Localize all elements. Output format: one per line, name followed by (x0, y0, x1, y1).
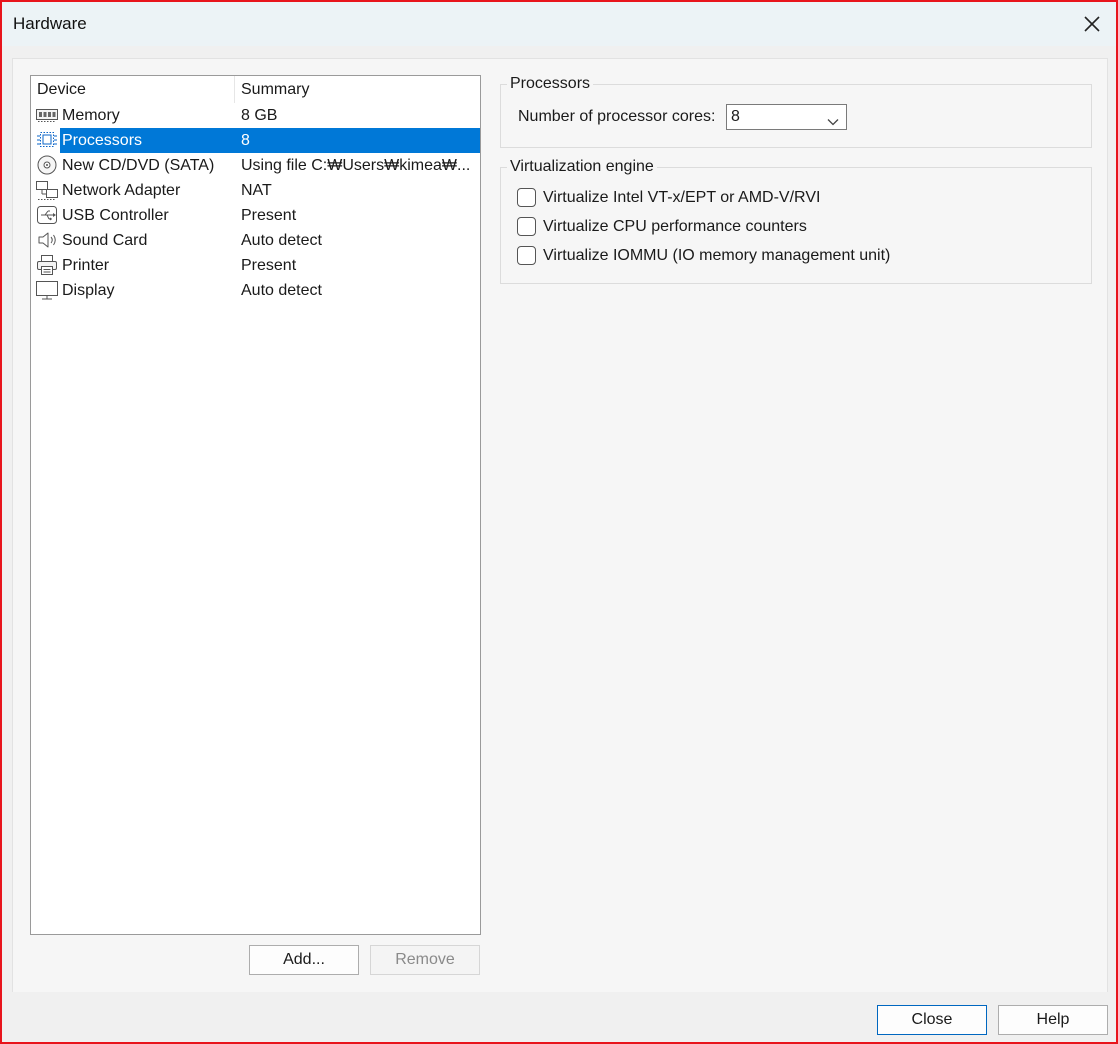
processor-cores-value: 8 (731, 108, 740, 125)
network-icon (35, 179, 59, 201)
cd-dvd-icon (35, 154, 59, 176)
device-summary: 8 GB (241, 107, 278, 124)
device-name: New CD/DVD (SATA) (62, 157, 215, 174)
device-summary: Auto detect (241, 282, 322, 299)
title-bar: Hardware (2, 2, 1116, 46)
printer-icon (35, 254, 59, 276)
column-header-summary[interactable]: Summary (235, 76, 480, 103)
device-name: Network Adapter (62, 182, 181, 199)
virtualize-cpu-counters-label: Virtualize CPU performance counters (543, 218, 807, 235)
virtualize-cpu-counters-checkbox[interactable] (517, 217, 536, 236)
close-window-icon[interactable] (1078, 10, 1106, 38)
list-item-memory[interactable]: Memory 8 GB (31, 103, 480, 128)
memory-icon (35, 104, 59, 126)
device-name: Printer (62, 257, 110, 274)
processor-cores-dropdown[interactable]: 8 (726, 104, 847, 130)
device-summary: Auto detect (241, 232, 322, 249)
list-item-display[interactable]: Display Auto detect (31, 278, 480, 303)
virtualize-vtx-checkbox[interactable] (517, 188, 536, 207)
remove-device-button[interactable]: Remove (370, 945, 480, 975)
device-summary: Using file C:₩Users₩kimea₩... (241, 157, 471, 174)
virtualize-vtx-label: Virtualize Intel VT-x/EPT or AMD-V/RVI (543, 189, 821, 206)
list-item-network-adapter[interactable]: Network Adapter NAT (31, 178, 480, 203)
column-header-device[interactable]: Device (31, 76, 235, 103)
list-item-processors[interactable]: Processors 8 (31, 128, 480, 153)
list-item-printer[interactable]: Printer Present (31, 253, 480, 278)
virtualization-group-title: Virtualization engine (507, 158, 657, 176)
sound-icon (35, 229, 59, 251)
processor-cores-label: Number of processor cores: (518, 108, 716, 125)
virtualization-engine-group: Virtualization engine Virtualize Intel V… (500, 158, 1092, 284)
processors-group: Processors Number of processor cores: 8 (500, 75, 1092, 148)
list-item-sound-card[interactable]: Sound Card Auto detect (31, 228, 480, 253)
device-name: Processors (60, 128, 236, 153)
hardware-dialog: Hardware Device Summary Memory 8 GB Proc… (0, 0, 1118, 1044)
device-summary: Present (241, 207, 297, 224)
chevron-down-icon (827, 113, 839, 131)
list-item-usb-controller[interactable]: USB Controller Present (31, 203, 480, 228)
device-name: Sound Card (62, 232, 148, 249)
display-icon (35, 279, 59, 301)
device-summary: NAT (241, 182, 272, 199)
help-button[interactable]: Help (998, 1005, 1108, 1035)
window-title: Hardware (13, 14, 87, 33)
processor-icon (35, 129, 59, 151)
device-summary: Present (241, 257, 297, 274)
device-summary: 8 (236, 128, 480, 153)
device-name: Display (62, 282, 115, 299)
device-name: Memory (62, 107, 120, 124)
add-device-button[interactable]: Add... (249, 945, 359, 975)
virtualize-iommu-label: Virtualize IOMMU (IO memory management u… (543, 247, 891, 264)
device-list[interactable]: Device Summary Memory 8 GB Processors 8 … (30, 75, 481, 935)
processors-group-title: Processors (507, 75, 594, 93)
close-button[interactable]: Close (877, 1005, 987, 1035)
device-name: USB Controller (62, 207, 169, 224)
usb-icon (35, 204, 59, 226)
list-item-cd-dvd[interactable]: New CD/DVD (SATA) Using file C:₩Users₩ki… (31, 153, 480, 178)
virtualize-iommu-checkbox[interactable] (517, 246, 536, 265)
